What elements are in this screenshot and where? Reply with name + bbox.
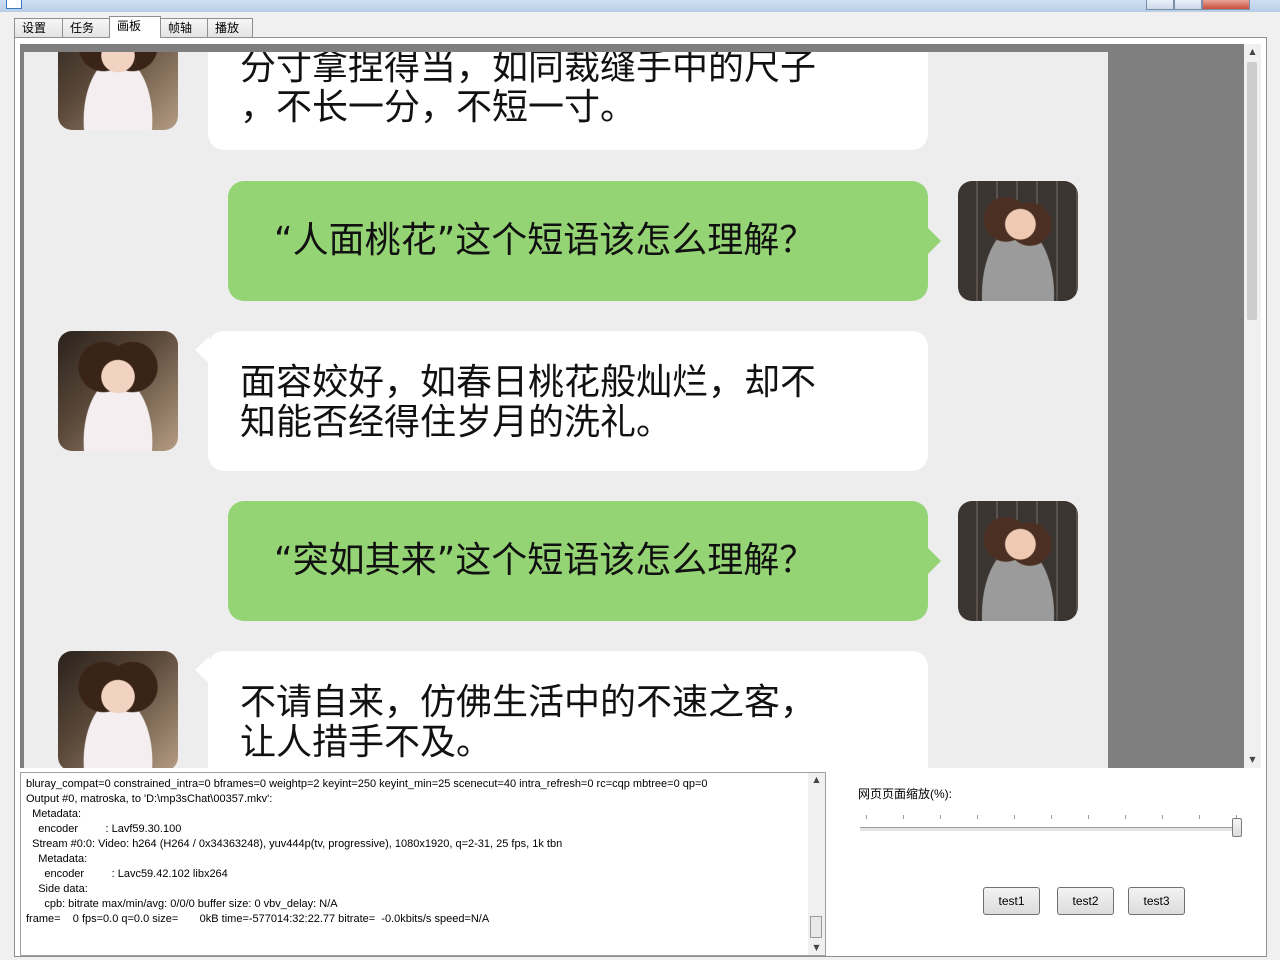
avatar	[958, 501, 1078, 621]
scroll-down-icon[interactable]: ▼	[1244, 752, 1261, 768]
app-icon	[6, 0, 22, 9]
message-bubble: “突如其来”这个短语该怎么理解？	[228, 501, 941, 621]
chat-message-left: 不请自来，仿佛生活中的不速之客， 让人措手不及。	[24, 651, 1108, 768]
message-bubble: 分寸拿捏得当，如同裁缝手中的尺子 ，不长一分，不短一寸。	[208, 52, 928, 150]
log-line: bluray_compat=0 constrained_intra=0 bfra…	[26, 778, 708, 790]
slider-tick	[1162, 815, 1163, 819]
message-text: 面容姣好，如春日桃花般灿烂，却不 知能否经得住岁月的洗礼。	[240, 362, 817, 443]
slider-tick	[866, 815, 867, 819]
test1-button[interactable]: test1	[983, 887, 1040, 915]
log-line: encoder : Lavc59.42.102 libx264	[26, 868, 228, 880]
scrollbar-thumb[interactable]	[810, 916, 822, 938]
message-bubble: 面容姣好，如春日桃花般灿烂，却不 知能否经得住岁月的洗礼。	[195, 331, 928, 471]
test2-button[interactable]: test2	[1057, 887, 1114, 915]
tab-tasks[interactable]: 任务	[62, 18, 110, 37]
slider-tick	[1125, 815, 1126, 819]
message-text: 分寸拿捏得当，如同裁缝手中的尺子 ，不长一分，不短一寸。	[240, 52, 817, 128]
tab-settings[interactable]: 设置	[14, 18, 63, 37]
tab-playback[interactable]: 播放	[207, 18, 253, 37]
slider-tick	[1014, 815, 1015, 819]
slider-tick	[977, 815, 978, 819]
avatar	[958, 181, 1078, 301]
minimize-button[interactable]	[1146, 0, 1174, 10]
log-output[interactable]: bluray_compat=0 constrained_intra=0 bfra…	[20, 772, 826, 956]
slider-tick	[1088, 815, 1089, 819]
avatar	[58, 651, 178, 768]
message-text: “突如其来”这个短语该怎么理解？	[274, 540, 816, 581]
chat-scrollbar[interactable]: ▲ ▼	[1244, 44, 1261, 768]
log-line: Output #0, matroska, to 'D:\mp3sChat\003…	[26, 793, 273, 805]
slider-tick	[903, 815, 904, 819]
maximize-button[interactable]	[1174, 0, 1202, 10]
zoom-label: 网页页面缩放(%):	[858, 787, 952, 801]
scroll-down-icon[interactable]: ▼	[808, 941, 825, 955]
tab-label: 设置	[22, 21, 47, 35]
tab-label: 任务	[70, 21, 95, 35]
tab-label: 帧轴	[168, 21, 193, 35]
chat-web-view[interactable]: 分寸拿捏得当，如同裁缝手中的尺子 ，不长一分，不短一寸。 “人面桃花”这个短语该…	[20, 44, 1244, 768]
chat-message-right: “突如其来”这个短语该怎么理解？	[24, 501, 1108, 621]
zoom-slider-track[interactable]	[860, 827, 1242, 832]
tab-label: 画板	[117, 19, 142, 33]
log-line: Stream #0:0: Video: h264 (H264 / 0x34363…	[26, 838, 563, 850]
tab-timeline[interactable]: 帧轴	[160, 18, 208, 37]
zoom-slider-thumb[interactable]	[1232, 818, 1242, 837]
log-line: encoder : Lavf59.30.100	[26, 823, 182, 835]
test3-button[interactable]: test3	[1128, 887, 1185, 915]
message-text: 不请自来，仿佛生活中的不速之客， 让人措手不及。	[240, 682, 817, 763]
log-line: Side data:	[26, 883, 88, 895]
chat-canvas: 分寸拿捏得当，如同裁缝手中的尺子 ，不长一分，不短一寸。 “人面桃花”这个短语该…	[24, 52, 1108, 768]
log-line: Metadata:	[26, 808, 82, 820]
log-line: frame= 0 fps=0.0 q=0.0 size= 0kB time=-5…	[26, 913, 490, 925]
message-bubble: “人面桃花”这个短语该怎么理解？	[228, 181, 941, 301]
log-scrollbar[interactable]: ▲ ▼	[808, 773, 825, 955]
message-bubble: 不请自来，仿佛生活中的不速之客， 让人措手不及。	[195, 651, 928, 768]
avatar	[58, 331, 178, 451]
log-line: Metadata:	[26, 853, 88, 865]
scrollbar-thumb[interactable]	[1247, 62, 1257, 320]
chat-message-left: 分寸拿捏得当，如同裁缝手中的尺子 ，不长一分，不短一寸。	[24, 52, 1108, 150]
scroll-up-icon[interactable]: ▲	[1244, 44, 1261, 60]
slider-tick	[1199, 815, 1200, 819]
chat-message-left: 面容姣好，如春日桃花般灿烂，却不 知能否经得住岁月的洗礼。	[24, 331, 1108, 471]
log-line: cpb: bitrate max/min/avg: 0/0/0 buffer s…	[26, 898, 338, 910]
message-text: “人面桃花”这个短语该怎么理解？	[274, 220, 816, 261]
scroll-up-icon[interactable]: ▲	[808, 773, 825, 787]
close-button[interactable]	[1202, 0, 1250, 10]
window-titlebar	[0, 0, 1280, 12]
slider-tick	[1051, 815, 1052, 819]
avatar	[58, 52, 178, 130]
tab-label: 播放	[215, 21, 240, 35]
chat-message-right: “人面桃花”这个短语该怎么理解？	[24, 181, 1108, 301]
log-text: bluray_compat=0 constrained_intra=0 bfra…	[26, 777, 806, 927]
tab-canvas[interactable]: 画板	[109, 16, 161, 38]
slider-tick	[940, 815, 941, 819]
